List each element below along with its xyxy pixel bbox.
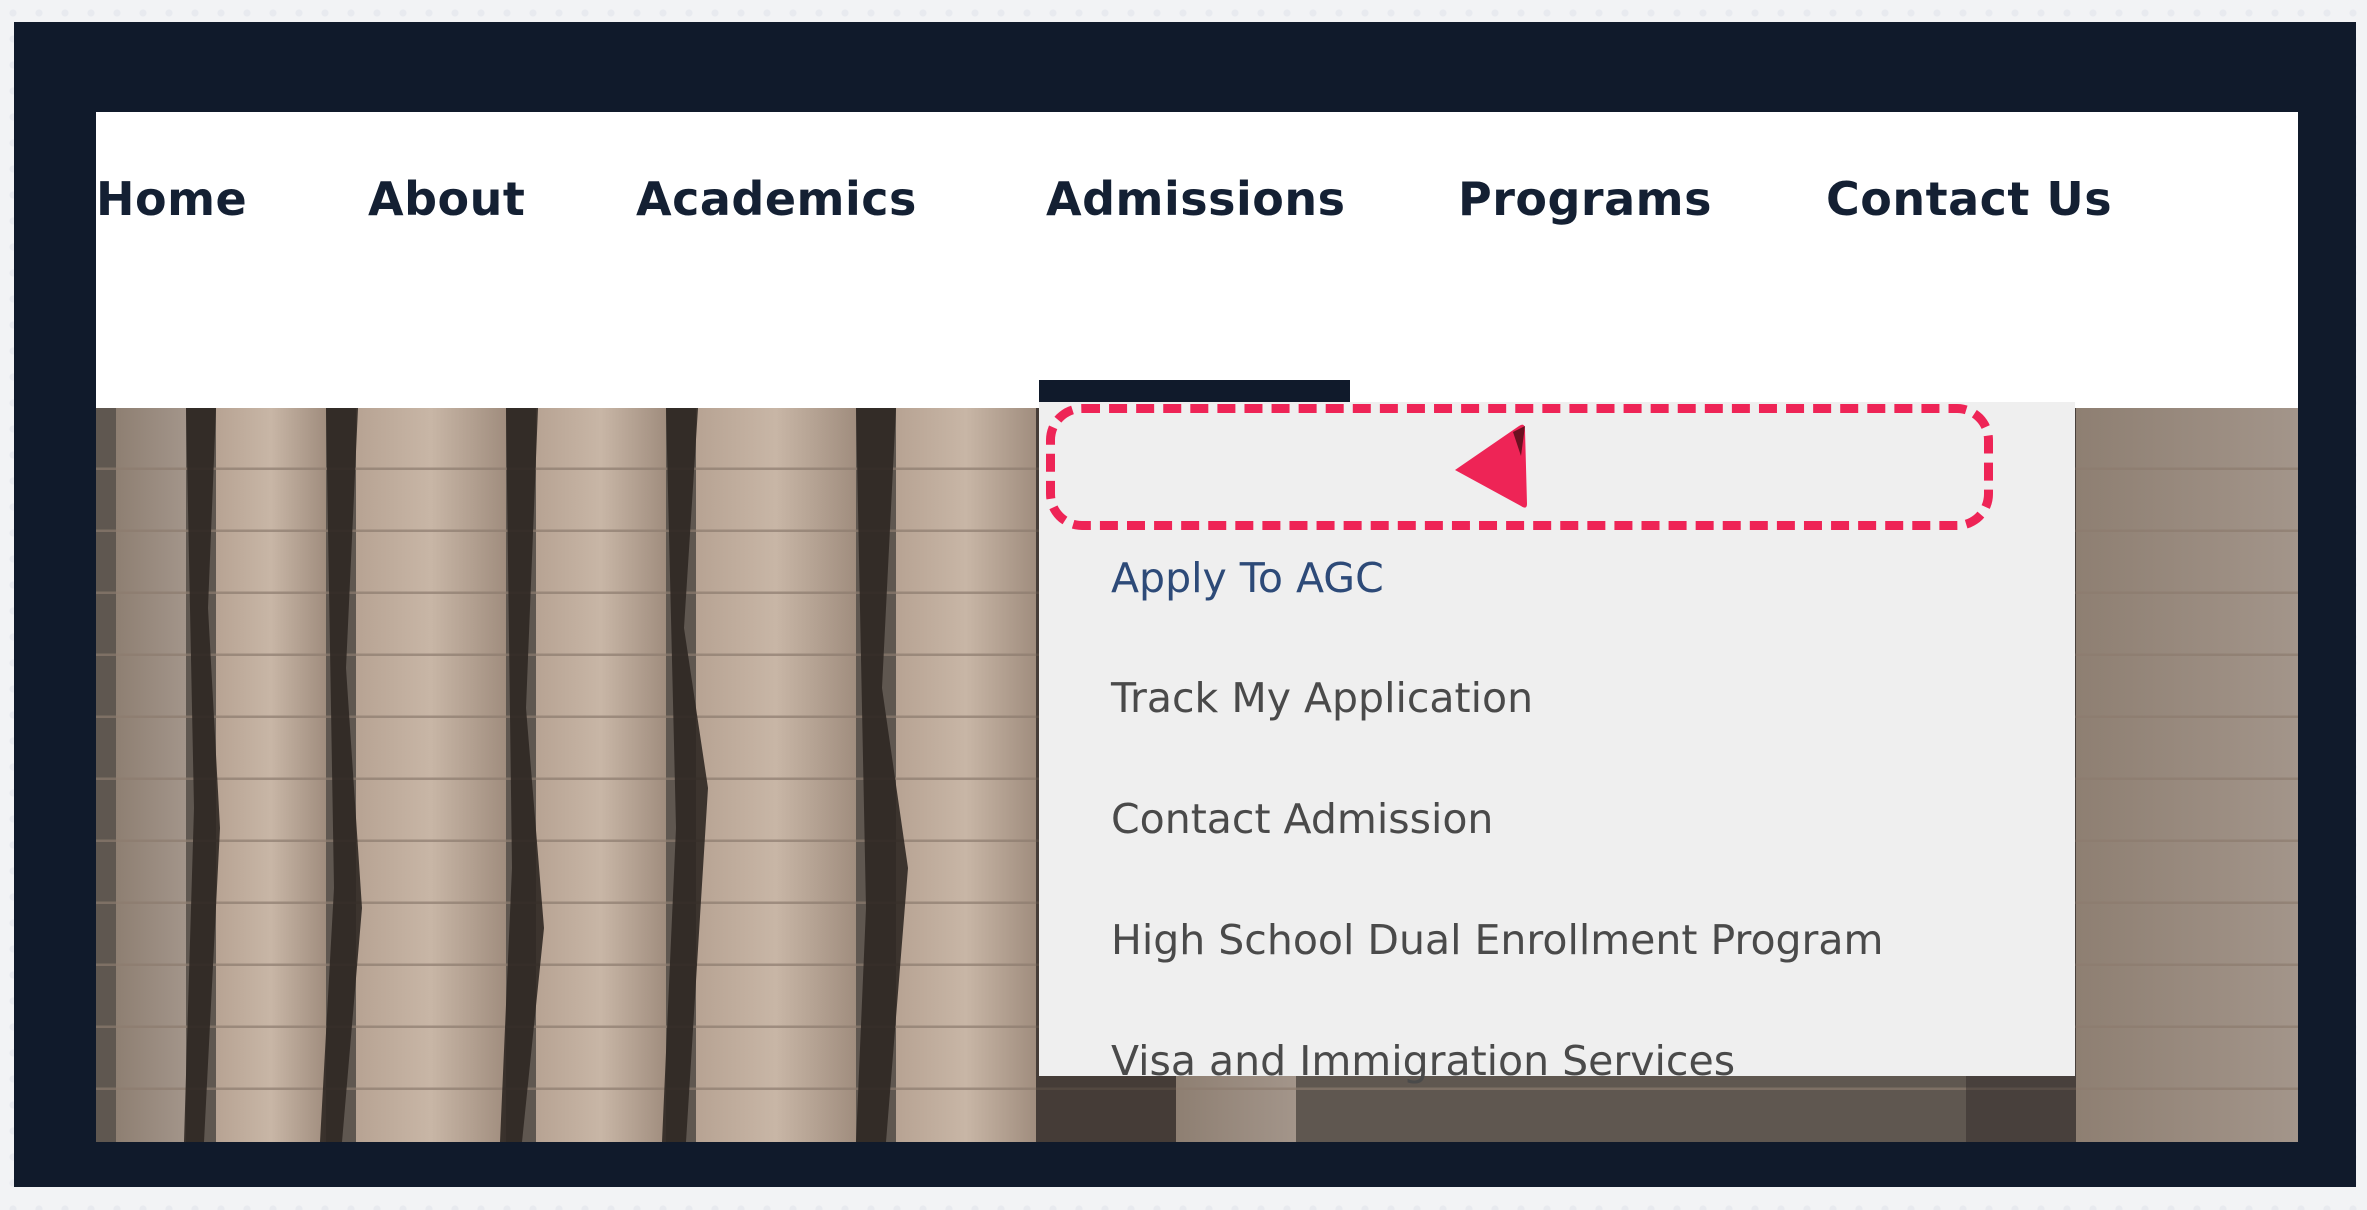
nav-about[interactable]: About bbox=[368, 172, 525, 226]
nav-academics[interactable]: Academics bbox=[636, 172, 917, 226]
menu-item-high-school-dual-enrollment[interactable]: High School Dual Enrollment Program bbox=[1111, 916, 1883, 964]
nav-admissions[interactable]: Admissions bbox=[1046, 172, 1346, 226]
screenshot-frame: Home About Academics Admissions Programs… bbox=[14, 22, 2356, 1187]
website-viewport: Home About Academics Admissions Programs… bbox=[96, 112, 2298, 1142]
menu-item-contact-admission[interactable]: Contact Admission bbox=[1111, 795, 1493, 843]
main-navigation: Home About Academics Admissions Programs… bbox=[96, 112, 2298, 408]
pointer-arrow-icon bbox=[1455, 424, 1527, 508]
nav-programs[interactable]: Programs bbox=[1458, 172, 1712, 226]
nav-contact-us[interactable]: Contact Us bbox=[1826, 172, 2112, 226]
menu-item-apply-to-agc[interactable]: Apply To AGC bbox=[1111, 554, 1384, 602]
menu-item-track-my-application[interactable]: Track My Application bbox=[1111, 674, 1533, 722]
nav-home[interactable]: Home bbox=[96, 172, 247, 226]
menu-item-visa-immigration-services[interactable]: Visa and Immigration Services bbox=[1111, 1037, 1735, 1085]
active-nav-indicator bbox=[1039, 380, 1350, 402]
